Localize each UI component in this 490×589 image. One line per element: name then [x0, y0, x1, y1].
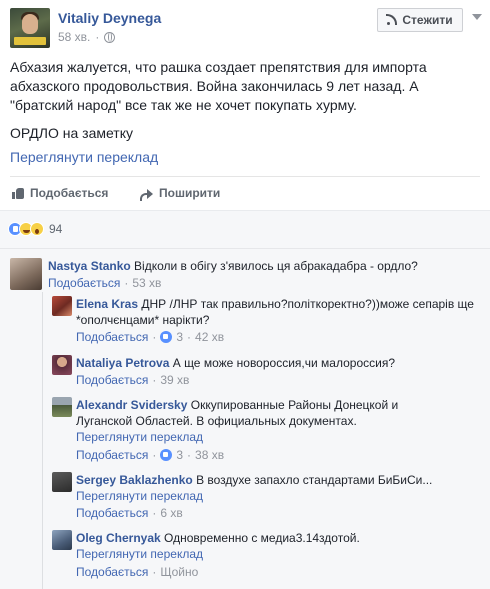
share-button[interactable]: Поширити	[140, 186, 221, 201]
post-timestamp[interactable]: 58 хв.	[58, 30, 90, 44]
globe-icon	[104, 31, 116, 43]
reply-text: В воздухе запахло стандартами БиБиСи...	[196, 473, 433, 487]
reply-time[interactable]: 42 хв	[195, 330, 224, 344]
reply-time[interactable]: Щойно	[160, 565, 198, 579]
reply-like-link[interactable]: Подобається	[76, 330, 148, 344]
reply-time[interactable]: 6 хв	[160, 506, 182, 520]
reply-author[interactable]: Elena Kras	[76, 297, 138, 311]
like-reaction-icon	[160, 449, 173, 461]
reply-actions: Подобається · 39 хв	[76, 373, 190, 387]
reply-avatar[interactable]	[52, 296, 72, 316]
reply-author[interactable]: Oleg Chernyak	[76, 531, 161, 545]
follow-label: Стежити	[402, 13, 453, 27]
reply-avatar[interactable]	[52, 397, 72, 417]
post-paragraph-2: ОРДЛО на заметку	[10, 125, 133, 141]
separator-dot: ·	[95, 30, 100, 44]
comment: Nastya Stanko Відколи в обігу з'явилось …	[48, 258, 478, 274]
reply-avatar[interactable]	[52, 472, 72, 492]
post-paragraph-1: Абхазия жалуется, что рашка создает преп…	[10, 59, 427, 113]
reply-like-link[interactable]: Подобається	[76, 373, 148, 387]
reply-author[interactable]: Alexandr Svidersky	[76, 398, 187, 412]
share-label: Поширити	[159, 186, 221, 200]
post-options-chevron-icon[interactable]	[472, 14, 482, 20]
reply: Alexandr Svidersky Оккупированные Районы…	[76, 397, 416, 429]
reply-like-link[interactable]: Подобається	[76, 506, 148, 520]
like-button[interactable]: Подобається	[12, 186, 108, 200]
reply-see-translation-link[interactable]: Переглянути переклад	[76, 547, 203, 561]
like-label: Подобається	[30, 186, 109, 200]
reply-avatar[interactable]	[52, 355, 72, 375]
reaction-summary[interactable]: 94	[8, 222, 62, 236]
reply-actions: Подобається · Щойно	[76, 565, 199, 579]
post-author-name[interactable]: Vitaliy Deynega	[58, 10, 161, 26]
reply-like-count[interactable]: 3	[176, 448, 183, 462]
share-arrow-icon	[140, 188, 153, 201]
follow-button[interactable]: Стежити	[377, 8, 463, 32]
reply: Nataliya Petrova А ще може новороссия,чи…	[76, 355, 476, 371]
reply-avatar[interactable]	[52, 530, 72, 550]
reply-actions: Подобається · 3 · 38 хв	[76, 448, 225, 462]
reply-see-translation-link[interactable]: Переглянути переклад	[76, 489, 203, 503]
reply: Oleg Chernyak Одновременно с медиа3.14зд…	[76, 530, 476, 546]
thumbs-up-icon	[12, 187, 24, 199]
reply-author[interactable]: Nataliya Petrova	[76, 356, 169, 370]
reply-time[interactable]: 39 хв	[160, 373, 189, 387]
reply-text: А ще може новороссия,чи малороссия?	[172, 356, 395, 370]
see-translation-link[interactable]: Переглянути переклад	[10, 149, 158, 165]
reply-actions: Подобається · 3 · 42 хв	[76, 330, 225, 344]
comment-divider	[0, 248, 490, 249]
reply-see-translation-link[interactable]: Переглянути переклад	[76, 430, 203, 444]
comment-time[interactable]: 53 хв	[132, 276, 161, 290]
comment-like-link[interactable]: Подобається	[48, 276, 120, 290]
post-meta: 58 хв. ·	[58, 30, 116, 44]
comment-actions: Подобається · 53 хв	[48, 276, 162, 290]
comment-text: Відколи в обігу з'явилось ця абракадабра…	[134, 259, 418, 273]
reply-like-link[interactable]: Подобається	[76, 448, 148, 462]
divider	[10, 176, 480, 177]
facebook-post: Vitaliy Deynega 58 хв. · Стежити Абхазия…	[0, 0, 490, 589]
rss-icon	[386, 14, 398, 25]
commenter-avatar[interactable]	[10, 258, 42, 290]
reply-like-link[interactable]: Подобається	[76, 565, 148, 579]
reply-text: Одновременно с медиа3.14здотой.	[164, 531, 360, 545]
reply-actions: Подобається · 6 хв	[76, 506, 183, 520]
reply: Sergey Baklazhenko В воздухе запахло ста…	[76, 472, 476, 488]
reply-author[interactable]: Sergey Baklazhenko	[76, 473, 193, 487]
like-reaction-icon	[160, 331, 173, 343]
author-avatar[interactable]	[10, 8, 50, 48]
replies-rail	[42, 292, 43, 589]
post-text: Абхазия жалуется, что рашка создает преп…	[10, 58, 470, 143]
comment-author[interactable]: Nastya Stanko	[48, 259, 131, 273]
reply-like-count[interactable]: 3	[176, 330, 183, 344]
wow-reaction-icon	[30, 222, 44, 236]
reply-time[interactable]: 38 хв	[195, 448, 224, 462]
reply: Elena Kras ДНР /ЛНР так правильно?політк…	[76, 296, 476, 328]
reaction-count: 94	[49, 222, 63, 236]
